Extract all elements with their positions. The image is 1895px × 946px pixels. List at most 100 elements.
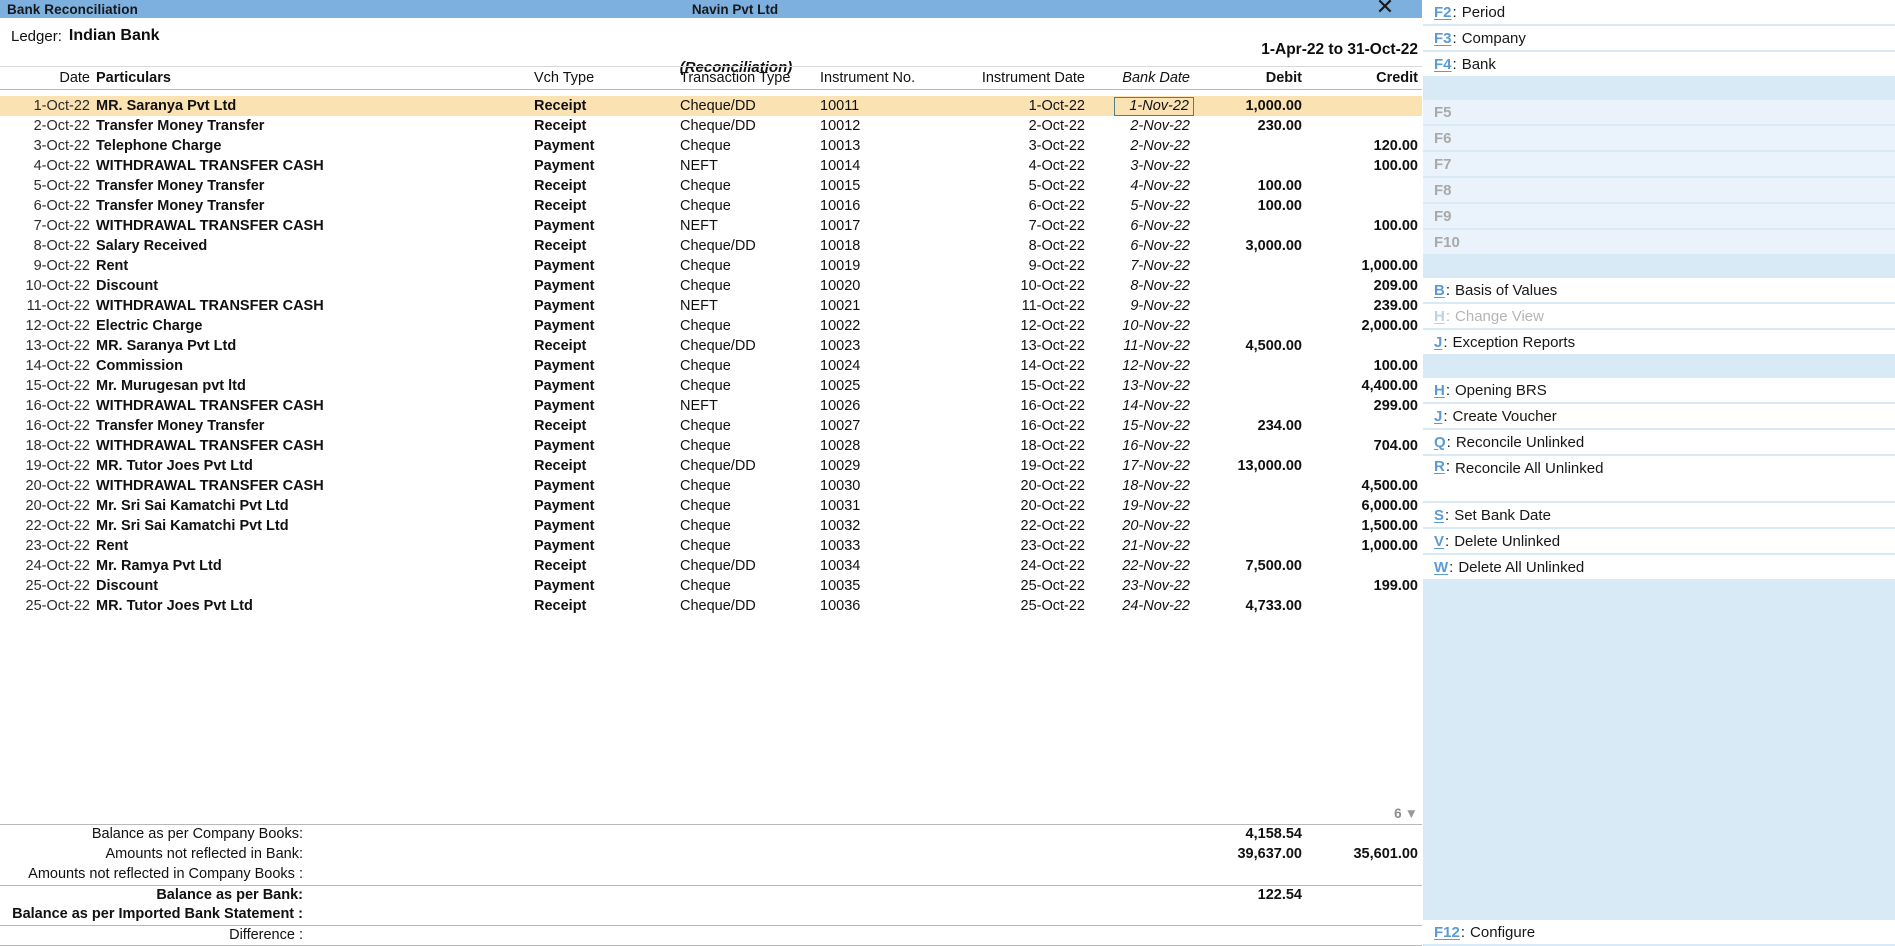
cell-inst: 10013 xyxy=(820,138,861,154)
cell-idate: 4-Oct-22 xyxy=(1028,158,1085,174)
close-icon[interactable]: ✕ xyxy=(1370,0,1400,20)
table-row[interactable]: 4-Oct-22 WITHDRAWAL TRANSFER CASH Payment N… xyxy=(0,156,1422,176)
cell-bank-date[interactable]: 21-Nov-22 xyxy=(1085,537,1190,555)
sidebar-item-reconcile-all-unlinked[interactable]: R: Reconcile All Unlinked xyxy=(1423,456,1895,501)
sidebar-item-label: Reconcile All Unlinked xyxy=(1455,460,1604,477)
sidebar-item-basis-of-values[interactable]: B: Basis of Values xyxy=(1423,278,1895,302)
table-row[interactable]: 24-Oct-22 Mr. Ramya Pvt Ltd Receipt Cheque/… xyxy=(0,556,1422,576)
table-row[interactable]: 23-Oct-22 Rent Payment Cheque 10033 23-Oct-22… xyxy=(0,536,1422,556)
sidebar-item-delete-all-unlinked[interactable]: W: Delete All Unlinked xyxy=(1423,555,1895,579)
sidebar-item-opening-brs[interactable]: H: Opening BRS xyxy=(1423,378,1895,402)
cell-ttype: NEFT xyxy=(680,398,718,414)
sidebar-item-configure[interactable]: F12: Configure xyxy=(1423,920,1895,944)
bank-date-input[interactable]: 1-Nov-22 xyxy=(1114,97,1194,116)
shortcut-separator: : xyxy=(1445,381,1451,399)
cell-debit: 100.00 xyxy=(1257,198,1302,214)
cell-particulars: MR. Tutor Joes Pvt Ltd xyxy=(96,598,253,614)
cell-ttype: Cheque xyxy=(680,258,731,274)
shortcut-key: V xyxy=(1434,532,1445,550)
table-row[interactable]: 16-Oct-22 Transfer Money Transfer Receipt C… xyxy=(0,416,1422,436)
table-row[interactable]: 12-Oct-22 Electric Charge Payment Cheque 100… xyxy=(0,316,1422,336)
cell-debit: 4,733.00 xyxy=(1245,598,1302,614)
cell-bank-date[interactable]: 22-Nov-22 xyxy=(1085,557,1190,575)
cell-inst: 10014 xyxy=(820,158,861,174)
cell-bank-date[interactable]: 13-Nov-22 xyxy=(1085,377,1190,395)
table-row[interactable]: 7-Oct-22 WITHDRAWAL TRANSFER CASH Payment N… xyxy=(0,216,1422,236)
table-row[interactable]: 19-Oct-22 MR. Tutor Joes Pvt Ltd Receipt Ch… xyxy=(0,456,1422,476)
table-row[interactable]: 20-Oct-22 Mr. Sri Sai Kamatchi Pvt Ltd Pay… xyxy=(0,496,1422,516)
cell-idate: 3-Oct-22 xyxy=(1028,138,1085,154)
cell-ttype: Cheque/DD xyxy=(680,458,756,474)
shortcut-key: S xyxy=(1434,506,1445,524)
cell-bank-date[interactable]: 2-Nov-22 xyxy=(1085,137,1190,155)
table-row[interactable]: 13-Oct-22 MR. Saranya Pvt Ltd Receipt Chequ… xyxy=(0,336,1422,356)
cell-bank-date[interactable]: 15-Nov-22 xyxy=(1085,417,1190,435)
summary-debit: 122.54 xyxy=(1257,887,1302,903)
table-row[interactable]: 22-Oct-22 Mr. Sri Sai Kamatchi Pvt Ltd Pay… xyxy=(0,516,1422,536)
sidebar-item-period[interactable]: F2: Period xyxy=(1423,0,1895,24)
table-row[interactable]: 3-Oct-22 Telephone Charge Payment Cheque 100… xyxy=(0,136,1422,156)
cell-ttype: Cheque xyxy=(680,498,731,514)
cell-idate: 11-Oct-22 xyxy=(1021,298,1085,314)
table-row[interactable]: 15-Oct-22 Mr. Murugesan pvt ltd Payment Che… xyxy=(0,376,1422,396)
shortcut-key: Q xyxy=(1434,433,1446,451)
sidebar-item-set-bank-date[interactable]: S: Set Bank Date xyxy=(1423,503,1895,527)
table-row[interactable]: 14-Oct-22 Commission Payment Cheque 10024 14-… xyxy=(0,356,1422,376)
cell-bank-date[interactable]: 7-Nov-22 xyxy=(1085,257,1190,275)
cell-inst: 10011 xyxy=(820,98,860,114)
cell-bank-date[interactable]: 12-Nov-22 xyxy=(1085,357,1190,375)
cell-bank-date[interactable]: 6-Nov-22 xyxy=(1085,217,1190,235)
cell-bank-date[interactable]: 19-Nov-22 xyxy=(1085,497,1190,515)
sidebar-item-exception-reports[interactable]: J: Exception Reports xyxy=(1423,330,1895,354)
cell-bank-date[interactable]: 8-Nov-22 xyxy=(1085,277,1190,295)
cell-bank-date[interactable]: 5-Nov-22 xyxy=(1085,197,1190,215)
period-range[interactable]: 1-Apr-22 to 31-Oct-22 xyxy=(1261,41,1418,59)
table-row[interactable]: 11-Oct-22 WITHDRAWAL TRANSFER CASH Payment… xyxy=(0,296,1422,316)
sidebar-item-company[interactable]: F3: Company xyxy=(1423,26,1895,50)
table-row[interactable]: 25-Oct-22 MR. Tutor Joes Pvt Ltd Receipt Ch… xyxy=(0,596,1422,616)
table-row[interactable]: 1-Oct-22 MR. Saranya Pvt Ltd Receipt Cheque… xyxy=(0,96,1422,116)
cell-particulars: Discount xyxy=(96,278,159,294)
cell-bank-date[interactable]: 20-Nov-22 xyxy=(1085,517,1190,535)
cell-bank-date[interactable]: 16-Nov-22 xyxy=(1085,437,1190,455)
ledger-value[interactable]: Indian Bank xyxy=(62,18,160,45)
table-row[interactable]: 18-Oct-22 WITHDRAWAL TRANSFER CASH Payment… xyxy=(0,436,1422,456)
cell-particulars: Transfer Money Transfer xyxy=(96,178,265,194)
cell-bank-date[interactable]: 1-Nov-22 xyxy=(1085,97,1194,116)
cell-date: 15-Oct-22 xyxy=(25,378,90,394)
sidebar-item-label: Set Bank Date xyxy=(1454,506,1551,524)
cell-bank-date[interactable]: 10-Nov-22 xyxy=(1085,317,1190,335)
table-row[interactable]: 10-Oct-22 Discount Payment Cheque 10020 10-Oc… xyxy=(0,276,1422,296)
table-row[interactable]: 20-Oct-22 WITHDRAWAL TRANSFER CASH Payment… xyxy=(0,476,1422,496)
table-row[interactable]: 25-Oct-22 Discount Payment Cheque 10035 25-Oc… xyxy=(0,576,1422,596)
table-row[interactable]: 16-Oct-22 WITHDRAWAL TRANSFER CASH Payment… xyxy=(0,396,1422,416)
cell-credit: 299.00 xyxy=(1373,398,1418,414)
cell-date: 16-Oct-22 xyxy=(25,398,90,414)
scroll-down-icon[interactable]: ▼ xyxy=(1402,806,1418,821)
cell-bank-date[interactable]: 23-Nov-22 xyxy=(1085,577,1190,595)
cell-bank-date[interactable]: 24-Nov-22 xyxy=(1085,597,1190,615)
summary-row: Balance as per Bank: 122.54 xyxy=(0,885,1422,905)
table-row[interactable]: 5-Oct-22 Transfer Money Transfer Receipt Ch… xyxy=(0,176,1422,196)
cell-particulars: MR. Saranya Pvt Ltd xyxy=(96,338,237,354)
cell-bank-date[interactable]: 3-Nov-22 xyxy=(1085,157,1190,175)
sidebar-item-create-voucher[interactable]: J: Create Voucher xyxy=(1423,404,1895,428)
more-rows-indicator[interactable]: 6 ▼ xyxy=(1394,806,1418,821)
table-row[interactable]: 8-Oct-22 Salary Received Receipt Cheque/DD 1… xyxy=(0,236,1422,256)
sidebar-item-bank[interactable]: F4: Bank xyxy=(1423,52,1895,76)
cell-idate: 10-Oct-22 xyxy=(1020,278,1085,294)
cell-bank-date[interactable]: 2-Nov-22 xyxy=(1085,117,1190,135)
cell-bank-date[interactable]: 6-Nov-22 xyxy=(1085,237,1190,255)
table-row[interactable]: 6-Oct-22 Transfer Money Transfer Receipt Ch… xyxy=(0,196,1422,216)
table-row[interactable]: 2-Oct-22 Transfer Money Transfer Receipt Ch… xyxy=(0,116,1422,136)
cell-bank-date[interactable]: 11-Nov-22 xyxy=(1085,337,1190,355)
cell-bank-date[interactable]: 9-Nov-22 xyxy=(1085,297,1190,315)
cell-bank-date[interactable]: 17-Nov-22 xyxy=(1085,457,1190,475)
cell-bank-date[interactable]: 18-Nov-22 xyxy=(1085,477,1190,495)
cell-bank-date[interactable]: 4-Nov-22 xyxy=(1085,177,1190,195)
sidebar-item-reconcile-unlinked[interactable]: Q: Reconcile Unlinked xyxy=(1423,430,1895,454)
cell-bank-date[interactable]: 14-Nov-22 xyxy=(1085,397,1190,415)
sidebar-item-delete-unlinked[interactable]: V: Delete Unlinked xyxy=(1423,529,1895,553)
table-row[interactable]: 9-Oct-22 Rent Payment Cheque 10019 9-Oct-22 7-… xyxy=(0,256,1422,276)
